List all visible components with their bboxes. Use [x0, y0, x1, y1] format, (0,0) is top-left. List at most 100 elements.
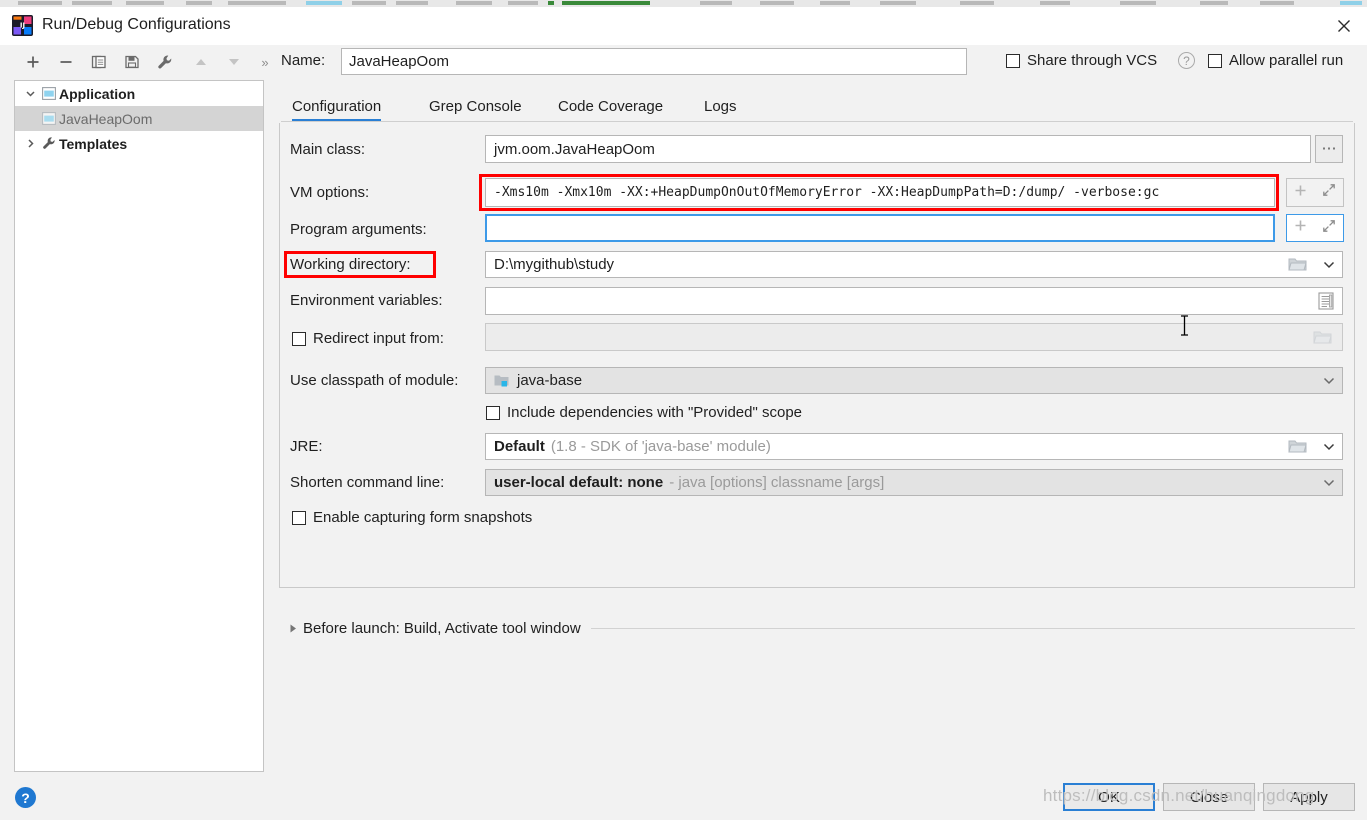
save-configuration-icon[interactable]: [119, 48, 145, 76]
program-arguments-expand-controls[interactable]: [1286, 214, 1344, 242]
shorten-command-line-combobox[interactable]: user-local default: none - java [options…: [485, 469, 1343, 496]
use-classpath-of-module-combobox[interactable]: java-base: [485, 367, 1343, 394]
module-folder-icon: [494, 374, 510, 388]
environment-variables-input[interactable]: [485, 287, 1343, 315]
include-provided-scope-label: Include dependencies with "Provided" sco…: [507, 404, 803, 421]
program-arguments-input[interactable]: [485, 214, 1275, 242]
help-icon[interactable]: ?: [15, 787, 36, 808]
name-input[interactable]: [341, 48, 967, 75]
tree-node-javaheapoom[interactable]: JavaHeapOom: [15, 106, 263, 131]
checkbox-box[interactable]: [1208, 53, 1222, 68]
main-class-browse-button[interactable]: ⋯: [1315, 135, 1343, 163]
redirect-input-from-input[interactable]: [485, 323, 1343, 351]
tab-configuration[interactable]: Configuration: [292, 90, 382, 122]
classpath-dropdown-icon[interactable]: [1322, 374, 1336, 392]
working-directory-browse-icon[interactable]: [1288, 255, 1307, 277]
working-directory-input[interactable]: D:\mygithub\study: [485, 251, 1343, 278]
jre-dropdown-icon[interactable]: [1322, 440, 1336, 458]
add-macro-icon[interactable]: [1294, 184, 1307, 202]
checkbox-box[interactable]: [292, 331, 306, 346]
ok-button-label: OK: [1098, 788, 1120, 806]
program-arguments-label: Program arguments:: [290, 221, 427, 238]
name-label: Name:: [281, 52, 326, 69]
jre-label: JRE:: [290, 438, 323, 455]
use-classpath-of-module-label: Use classpath of module:: [290, 372, 459, 389]
working-directory-value: D:\mygithub\study: [494, 256, 615, 273]
share-through-vcs-checkbox[interactable]: Share through VCS: [1006, 52, 1157, 69]
checkbox-box[interactable]: [486, 405, 500, 420]
allow-parallel-run-checkbox[interactable]: Allow parallel run: [1208, 52, 1343, 69]
wrench-icon[interactable]: [152, 48, 178, 76]
main-class-label: Main class:: [290, 141, 366, 158]
share-vcs-help-icon[interactable]: ?: [1178, 52, 1195, 69]
tab-label: Grep Console: [429, 97, 522, 115]
vm-options-expand-controls[interactable]: [1286, 178, 1344, 207]
include-provided-scope-checkbox[interactable]: Include dependencies with "Provided" sco…: [486, 404, 802, 421]
chevron-right-icon[interactable]: [21, 131, 39, 156]
close-icon[interactable]: [1321, 7, 1367, 45]
move-up-button[interactable]: [188, 48, 214, 76]
chevron-right-icon[interactable]: [285, 623, 301, 634]
copy-configuration-icon[interactable]: [86, 48, 112, 76]
jre-combobox[interactable]: Default (1.8 - SDK of 'java-base' module…: [485, 433, 1343, 460]
main-class-input[interactable]: jvm.oom.JavaHeapOom: [485, 135, 1311, 163]
allow-parallel-run-label: Allow parallel run: [1229, 52, 1344, 69]
jre-browse-icon[interactable]: [1288, 437, 1307, 459]
tab-label: Configuration: [292, 97, 382, 115]
configurations-toolbar: »: [10, 48, 270, 78]
working-directory-dropdown-icon[interactable]: [1322, 258, 1336, 276]
chevron-down-icon[interactable]: [21, 81, 39, 106]
svg-text:IJ: IJ: [20, 22, 25, 30]
add-macro-icon[interactable]: [1294, 219, 1307, 237]
shorten-command-line-hint: - java [options] classname [args]: [669, 474, 885, 491]
move-down-button[interactable]: [221, 48, 247, 76]
environment-variables-edit-icon[interactable]: [1318, 292, 1334, 315]
before-launch-section[interactable]: Before launch: Build, Activate tool wind…: [285, 618, 1355, 638]
before-launch-rule: [590, 627, 1355, 629]
shorten-command-line-label: Shorten command line:: [290, 474, 445, 491]
checkbox-box[interactable]: [292, 510, 306, 525]
expand-editor-icon[interactable]: [1322, 183, 1336, 202]
checkbox-box[interactable]: [1006, 53, 1020, 68]
apply-button[interactable]: Apply: [1263, 783, 1355, 811]
shorten-command-line-value: user-local default: none: [494, 474, 664, 491]
vm-options-input[interactable]: -Xms10m -Xmx10m -XX:+HeapDumpOnOutOfMemo…: [485, 178, 1275, 207]
more-options-button[interactable]: »: [252, 48, 278, 76]
tree-node-templates[interactable]: Templates: [15, 131, 263, 156]
configurations-tree[interactable]: Application JavaHeapOom Templates: [14, 80, 264, 772]
tab-code-coverage[interactable]: Code Coverage: [558, 90, 663, 122]
tab-label: Logs: [704, 97, 737, 115]
close-button-label: Close: [1189, 788, 1229, 806]
ok-button[interactable]: OK: [1063, 783, 1155, 811]
expand-editor-icon[interactable]: [1322, 219, 1336, 238]
application-icon: [39, 81, 59, 106]
apply-button-label: Apply: [1290, 788, 1328, 806]
tree-node-application[interactable]: Application: [15, 81, 263, 106]
tree-node-label: Templates: [59, 135, 128, 152]
shorten-command-line-dropdown-icon[interactable]: [1322, 476, 1336, 494]
tab-grep-console[interactable]: Grep Console: [429, 90, 522, 122]
use-classpath-of-module-value: java-base: [517, 372, 583, 389]
redirect-input-from-checkbox[interactable]: Redirect input from:: [292, 330, 444, 347]
application-icon: [39, 106, 59, 131]
redirect-input-browse-icon[interactable]: [1313, 328, 1332, 350]
text-cursor-pointer: [1180, 315, 1189, 336]
wrench-icon: [39, 131, 59, 156]
tab-logs[interactable]: Logs: [704, 90, 737, 122]
page-title: Run/Debug Configurations: [42, 16, 231, 33]
tab-bar: Configuration Grep Console Code Coverage…: [281, 90, 1353, 122]
enable-form-snapshots-checkbox[interactable]: Enable capturing form snapshots: [292, 509, 532, 526]
share-through-vcs-label: Share through VCS: [1027, 52, 1158, 69]
remove-configuration-button[interactable]: [53, 48, 79, 76]
enable-form-snapshots-label: Enable capturing form snapshots: [313, 509, 533, 526]
tree-node-label: Application: [59, 85, 136, 102]
dialog-title-bar: IJ Run/Debug Configurations: [0, 7, 1367, 45]
jre-value: Default: [494, 438, 545, 455]
redirect-input-from-label: Redirect input from:: [313, 330, 444, 347]
tree-node-label: JavaHeapOom: [59, 110, 153, 127]
tab-label: Code Coverage: [558, 97, 664, 115]
close-button[interactable]: Close: [1163, 783, 1255, 811]
ellipsis-icon: ⋯: [1321, 140, 1337, 157]
add-configuration-button[interactable]: [20, 48, 46, 76]
intellij-idea-icon: IJ: [12, 15, 33, 36]
